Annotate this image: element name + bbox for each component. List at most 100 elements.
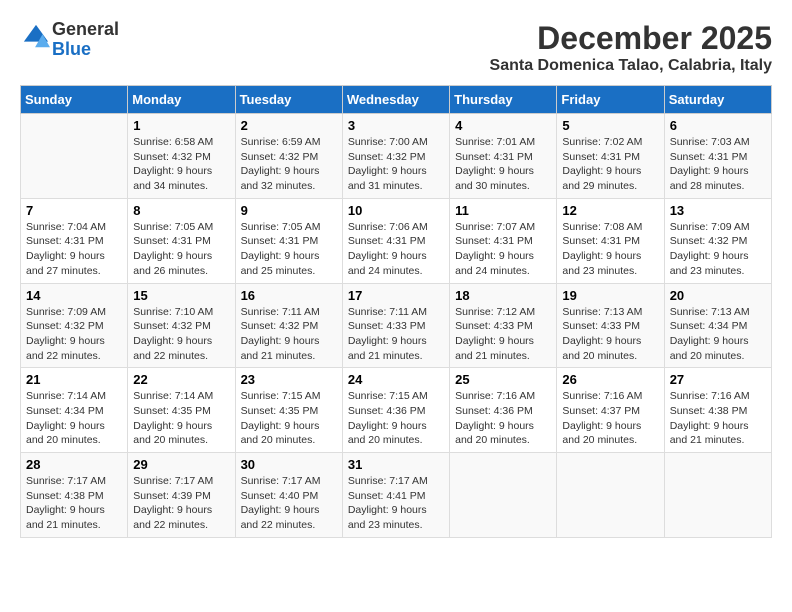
daylight-text: Daylight: 9 hours and 21 minutes.	[348, 334, 444, 363]
calendar-cell: 26Sunrise: 7:16 AMSunset: 4:37 PMDayligh…	[557, 368, 664, 453]
day-header-thursday: Thursday	[450, 86, 557, 114]
calendar-week-row: 28Sunrise: 7:17 AMSunset: 4:38 PMDayligh…	[21, 453, 772, 538]
daylight-text: Daylight: 9 hours and 31 minutes.	[348, 164, 444, 193]
sunrise-text: Sunrise: 7:12 AM	[455, 305, 551, 320]
day-number: 7	[26, 203, 122, 218]
sunset-text: Sunset: 4:31 PM	[348, 234, 444, 249]
day-number: 13	[670, 203, 766, 218]
day-info: Sunrise: 7:13 AMSunset: 4:34 PMDaylight:…	[670, 305, 766, 364]
calendar-cell: 31Sunrise: 7:17 AMSunset: 4:41 PMDayligh…	[342, 453, 449, 538]
day-info: Sunrise: 7:17 AMSunset: 4:38 PMDaylight:…	[26, 474, 122, 533]
day-header-monday: Monday	[128, 86, 235, 114]
day-number: 2	[241, 118, 337, 133]
sunrise-text: Sunrise: 7:17 AM	[26, 474, 122, 489]
calendar-cell: 4Sunrise: 7:01 AMSunset: 4:31 PMDaylight…	[450, 114, 557, 199]
day-info: Sunrise: 7:14 AMSunset: 4:34 PMDaylight:…	[26, 389, 122, 448]
calendar-cell: 14Sunrise: 7:09 AMSunset: 4:32 PMDayligh…	[21, 283, 128, 368]
sunrise-text: Sunrise: 7:04 AM	[26, 220, 122, 235]
day-number: 19	[562, 288, 658, 303]
daylight-text: Daylight: 9 hours and 23 minutes.	[562, 249, 658, 278]
day-header-friday: Friday	[557, 86, 664, 114]
sunrise-text: Sunrise: 7:17 AM	[348, 474, 444, 489]
sunset-text: Sunset: 4:32 PM	[670, 234, 766, 249]
day-info: Sunrise: 7:17 AMSunset: 4:39 PMDaylight:…	[133, 474, 229, 533]
sunrise-text: Sunrise: 7:14 AM	[26, 389, 122, 404]
day-info: Sunrise: 7:09 AMSunset: 4:32 PMDaylight:…	[670, 220, 766, 279]
daylight-text: Daylight: 9 hours and 20 minutes.	[562, 334, 658, 363]
calendar-cell: 1Sunrise: 6:58 AMSunset: 4:32 PMDaylight…	[128, 114, 235, 199]
calendar-subtitle: Santa Domenica Talao, Calabria, Italy	[490, 57, 772, 75]
calendar-cell: 13 Sunrise: 7:09 AMSunset: 4:32 PMDayligh…	[664, 198, 771, 283]
calendar-cell: 16Sunrise: 7:11 AMSunset: 4:32 PMDayligh…	[235, 283, 342, 368]
calendar-cell: 12Sunrise: 7:08 AMSunset: 4:31 PMDayligh…	[557, 198, 664, 283]
day-info: Sunrise: 7:15 AMSunset: 4:35 PMDaylight:…	[241, 389, 337, 448]
daylight-text: Daylight: 9 hours and 20 minutes.	[348, 419, 444, 448]
day-header-sunday: Sunday	[21, 86, 128, 114]
day-info: Sunrise: 7:17 AMSunset: 4:40 PMDaylight:…	[241, 474, 337, 533]
daylight-text: Daylight: 9 hours and 34 minutes.	[133, 164, 229, 193]
day-info: Sunrise: 7:00 AMSunset: 4:32 PMDaylight:…	[348, 135, 444, 194]
day-info: Sunrise: 7:11 AMSunset: 4:32 PMDaylight:…	[241, 305, 337, 364]
day-info: Sunrise: 7:01 AMSunset: 4:31 PMDaylight:…	[455, 135, 551, 194]
day-info: Sunrise: 7:05 AMSunset: 4:31 PMDaylight:…	[241, 220, 337, 279]
sunrise-text: Sunrise: 7:17 AM	[133, 474, 229, 489]
sunset-text: Sunset: 4:32 PM	[26, 319, 122, 334]
sunrise-text: Sunrise: 7:08 AM	[562, 220, 658, 235]
day-number: 20	[670, 288, 766, 303]
sunrise-text: Sunrise: 7:09 AM	[670, 220, 766, 235]
daylight-text: Daylight: 9 hours and 27 minutes.	[26, 249, 122, 278]
sunrise-text: Sunrise: 7:17 AM	[241, 474, 337, 489]
day-number: 25	[455, 372, 551, 387]
daylight-text: Daylight: 9 hours and 23 minutes.	[670, 249, 766, 278]
day-number: 30	[241, 457, 337, 472]
calendar-cell: 10Sunrise: 7:06 AMSunset: 4:31 PMDayligh…	[342, 198, 449, 283]
sunset-text: Sunset: 4:32 PM	[241, 319, 337, 334]
day-number: 10	[348, 203, 444, 218]
day-info: Sunrise: 7:07 AMSunset: 4:31 PMDaylight:…	[455, 220, 551, 279]
logo-icon	[22, 23, 50, 51]
daylight-text: Daylight: 9 hours and 20 minutes.	[562, 419, 658, 448]
calendar-week-row: 21Sunrise: 7:14 AMSunset: 4:34 PMDayligh…	[21, 368, 772, 453]
daylight-text: Daylight: 9 hours and 22 minutes.	[26, 334, 122, 363]
sunset-text: Sunset: 4:35 PM	[241, 404, 337, 419]
calendar-cell: 23 Sunrise: 7:15 AMSunset: 4:35 PMDayligh…	[235, 368, 342, 453]
calendar-cell: 29 Sunrise: 7:17 AMSunset: 4:39 PMDayligh…	[128, 453, 235, 538]
day-number: 12	[562, 203, 658, 218]
day-number: 17	[348, 288, 444, 303]
day-info: Sunrise: 7:11 AMSunset: 4:33 PMDaylight:…	[348, 305, 444, 364]
calendar-header-row: SundayMondayTuesdayWednesdayThursdayFrid…	[21, 86, 772, 114]
calendar-cell: 2Sunrise: 6:59 AMSunset: 4:32 PMDaylight…	[235, 114, 342, 199]
calendar-cell: 22Sunrise: 7:14 AMSunset: 4:35 PMDayligh…	[128, 368, 235, 453]
day-info: Sunrise: 7:16 AMSunset: 4:38 PMDaylight:…	[670, 389, 766, 448]
calendar-cell: 27Sunrise: 7:16 AMSunset: 4:38 PMDayligh…	[664, 368, 771, 453]
sunset-text: Sunset: 4:33 PM	[348, 319, 444, 334]
day-info: Sunrise: 7:05 AMSunset: 4:31 PMDaylight:…	[133, 220, 229, 279]
title-block: December 2025 Santa Domenica Talao, Cala…	[490, 20, 772, 75]
day-info: Sunrise: 6:58 AMSunset: 4:32 PMDaylight:…	[133, 135, 229, 194]
sunrise-text: Sunrise: 7:15 AM	[241, 389, 337, 404]
calendar-cell: 6Sunrise: 7:03 AMSunset: 4:31 PMDaylight…	[664, 114, 771, 199]
sunset-text: Sunset: 4:32 PM	[133, 319, 229, 334]
day-number: 26	[562, 372, 658, 387]
daylight-text: Daylight: 9 hours and 32 minutes.	[241, 164, 337, 193]
day-info: Sunrise: 7:14 AMSunset: 4:35 PMDaylight:…	[133, 389, 229, 448]
sunset-text: Sunset: 4:31 PM	[133, 234, 229, 249]
day-header-wednesday: Wednesday	[342, 86, 449, 114]
daylight-text: Daylight: 9 hours and 20 minutes.	[26, 419, 122, 448]
daylight-text: Daylight: 9 hours and 26 minutes.	[133, 249, 229, 278]
sunset-text: Sunset: 4:31 PM	[26, 234, 122, 249]
day-number: 29	[133, 457, 229, 472]
day-number: 14	[26, 288, 122, 303]
day-number: 5	[562, 118, 658, 133]
day-number: 11	[455, 203, 551, 218]
calendar-cell: 5Sunrise: 7:02 AMSunset: 4:31 PMDaylight…	[557, 114, 664, 199]
sunrise-text: Sunrise: 6:59 AM	[241, 135, 337, 150]
page-header: General Blue December 2025 Santa Domenic…	[20, 20, 772, 75]
sunset-text: Sunset: 4:33 PM	[455, 319, 551, 334]
sunset-text: Sunset: 4:40 PM	[241, 489, 337, 504]
daylight-text: Daylight: 9 hours and 21 minutes.	[241, 334, 337, 363]
sunrise-text: Sunrise: 7:13 AM	[670, 305, 766, 320]
day-number: 23	[241, 372, 337, 387]
calendar-cell	[21, 114, 128, 199]
logo: General Blue	[20, 20, 119, 60]
